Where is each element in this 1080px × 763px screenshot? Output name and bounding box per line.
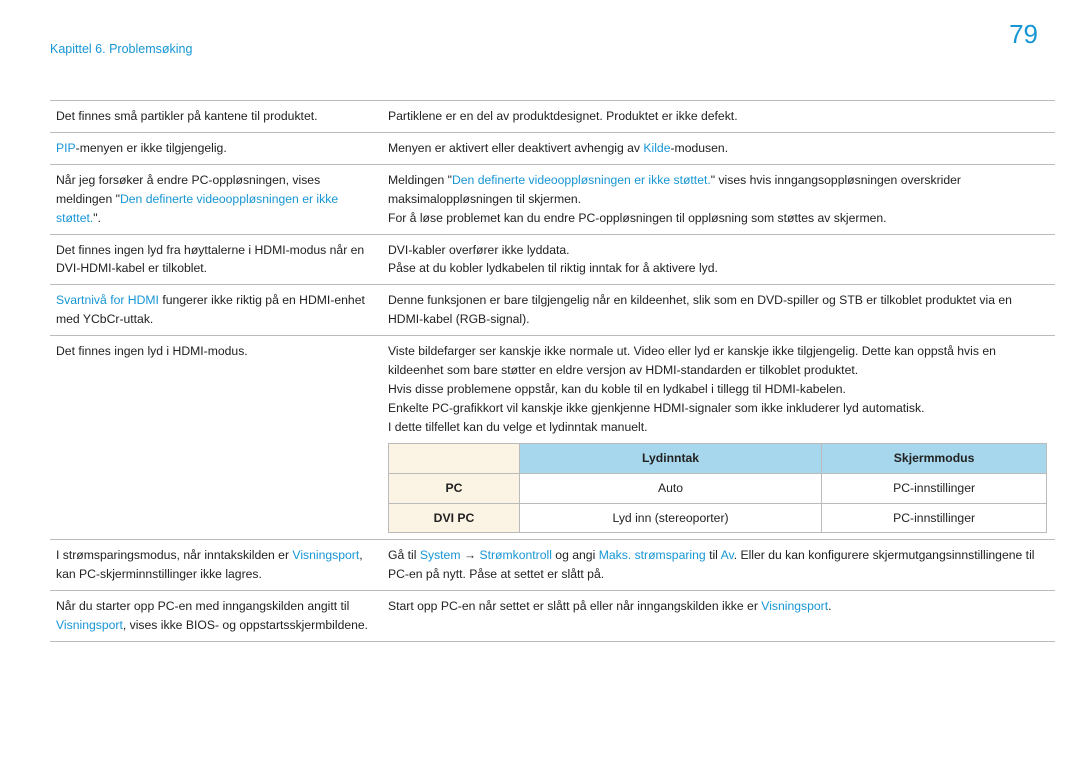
text-run: System xyxy=(420,548,461,562)
text-run: ". xyxy=(93,211,101,225)
inner-cell: DVI PC xyxy=(389,503,520,533)
text-run: Partiklene er en del av produktdesignet.… xyxy=(388,109,738,123)
inner-header xyxy=(389,443,520,473)
text-run: , vises ikke BIOS- og oppstartsskjermbil… xyxy=(123,618,368,632)
text-run: For å løse problemet kan du endre PC-opp… xyxy=(388,211,887,225)
solution-cell: Partiklene er en del av produktdesignet.… xyxy=(382,101,1055,133)
text-run: Meldingen " xyxy=(388,173,452,187)
chapter-header: Kapittel 6. Problemsøking xyxy=(50,40,192,59)
inner-cell: PC-innstillinger xyxy=(822,473,1047,503)
solution-cell: Gå til System → Strømkontroll og angi Ma… xyxy=(382,540,1055,591)
solution-cell: DVI-kabler overfører ikke lyddata. Påse a… xyxy=(382,234,1055,285)
text-run: → xyxy=(460,548,479,562)
text-run: Menyen er aktivert eller deaktivert avhe… xyxy=(388,141,643,155)
solution-cell: Viste bildefarger ser kanskje ikke norma… xyxy=(382,336,1055,540)
text-run: Svartnivå for HDMI xyxy=(56,293,159,307)
text-run: Strømkontroll xyxy=(479,548,551,562)
inner-cell: Lyd inn (stereoporter) xyxy=(519,503,821,533)
table-row: Når jeg forsøker å endre PC-oppløsningen… xyxy=(50,164,1055,234)
troubleshooting-table: Det finnes små partikler på kantene til … xyxy=(50,100,1055,642)
inner-table: LydinntakSkjermmodus PCAutoPC-innstilling… xyxy=(388,443,1047,534)
text-run: Visningsport xyxy=(761,599,828,613)
inner-cell: PC-innstillinger xyxy=(822,503,1047,533)
problem-cell: Det finnes små partikler på kantene til … xyxy=(50,101,382,133)
table-row: Det finnes små partikler på kantene til … xyxy=(50,101,1055,133)
text-run: Enkelte PC-grafikkort vil kanskje ikke g… xyxy=(388,401,924,415)
text-run: Denne funksjonen er bare tilgjengelig nå… xyxy=(388,293,1012,326)
table-row: PIP-menyen er ikke tilgjengelig. Menyen e… xyxy=(50,132,1055,164)
text-run: Gå til xyxy=(388,548,420,562)
solution-cell: Menyen er aktivert eller deaktivert avhe… xyxy=(382,132,1055,164)
text-run: Visningsport xyxy=(56,618,123,632)
text-run: Påse at du kobler lydkabelen til riktig … xyxy=(388,261,718,275)
text-run: I strømsparingsmodus, når inntakskilden … xyxy=(56,548,292,562)
solution-cell: Start opp PC-en når settet er slått på e… xyxy=(382,591,1055,642)
problem-cell: Det finnes ingen lyd i HDMI-modus. xyxy=(50,336,382,540)
page-number: 79 xyxy=(1009,14,1038,54)
solution-cell: Meldingen "Den definerte videooppløsning… xyxy=(382,164,1055,234)
problem-cell: Svartnivå for HDMI fungerer ikke riktig … xyxy=(50,285,382,336)
table-row: Når du starter opp PC-en med inngangskil… xyxy=(50,591,1055,642)
text-run: -menyen er ikke tilgjengelig. xyxy=(76,141,227,155)
problem-cell: Det finnes ingen lyd fra høyttalerne i H… xyxy=(50,234,382,285)
inner-header: Skjermmodus xyxy=(822,443,1047,473)
text-run: Visningsport xyxy=(292,548,359,562)
problem-cell: Når du starter opp PC-en med inngangskil… xyxy=(50,591,382,642)
text-run: Hvis disse problemene oppstår, kan du ko… xyxy=(388,382,846,396)
table-row: I strømsparingsmodus, når inntakskilden … xyxy=(50,540,1055,591)
inner-cell: PC xyxy=(389,473,520,503)
text-run: Maks. strømsparing xyxy=(599,548,706,562)
text-run: Viste bildefarger ser kanskje ikke norma… xyxy=(388,344,996,377)
solution-cell: Denne funksjonen er bare tilgjengelig nå… xyxy=(382,285,1055,336)
text-run: Start opp PC-en når settet er slått på e… xyxy=(388,599,761,613)
text-run: til xyxy=(706,548,721,562)
text-run: Det finnes ingen lyd i HDMI-modus. xyxy=(56,344,248,358)
problem-cell: Når jeg forsøker å endre PC-oppløsningen… xyxy=(50,164,382,234)
text-run: . xyxy=(828,599,831,613)
text-run: DVI-kabler overfører ikke lyddata. xyxy=(388,243,570,257)
text-run: Det finnes ingen lyd fra høyttalerne i H… xyxy=(56,243,364,276)
table-row: Svartnivå for HDMI fungerer ikke riktig … xyxy=(50,285,1055,336)
problem-cell: I strømsparingsmodus, når inntakskilden … xyxy=(50,540,382,591)
text-run: I dette tilfellet kan du velge et lydinn… xyxy=(388,420,647,434)
text-run: Det finnes små partikler på kantene til … xyxy=(56,109,318,123)
text-run: Av xyxy=(721,548,734,562)
text-run: Når du starter opp PC-en med inngangskil… xyxy=(56,599,349,613)
troubleshooting-table-container: Det finnes små partikler på kantene til … xyxy=(50,100,1055,642)
text-run: og angi xyxy=(552,548,599,562)
text-run: -modusen. xyxy=(671,141,729,155)
table-row: Det finnes ingen lyd i HDMI-modus. Viste … xyxy=(50,336,1055,540)
text-run: Kilde xyxy=(643,141,670,155)
inner-header: Lydinntak xyxy=(519,443,821,473)
problem-cell: PIP-menyen er ikke tilgjengelig. xyxy=(50,132,382,164)
text-run: PIP xyxy=(56,141,76,155)
inner-cell: Auto xyxy=(519,473,821,503)
text-run: Den definerte videooppløsningen er ikke … xyxy=(452,173,711,187)
table-row: Det finnes ingen lyd fra høyttalerne i H… xyxy=(50,234,1055,285)
